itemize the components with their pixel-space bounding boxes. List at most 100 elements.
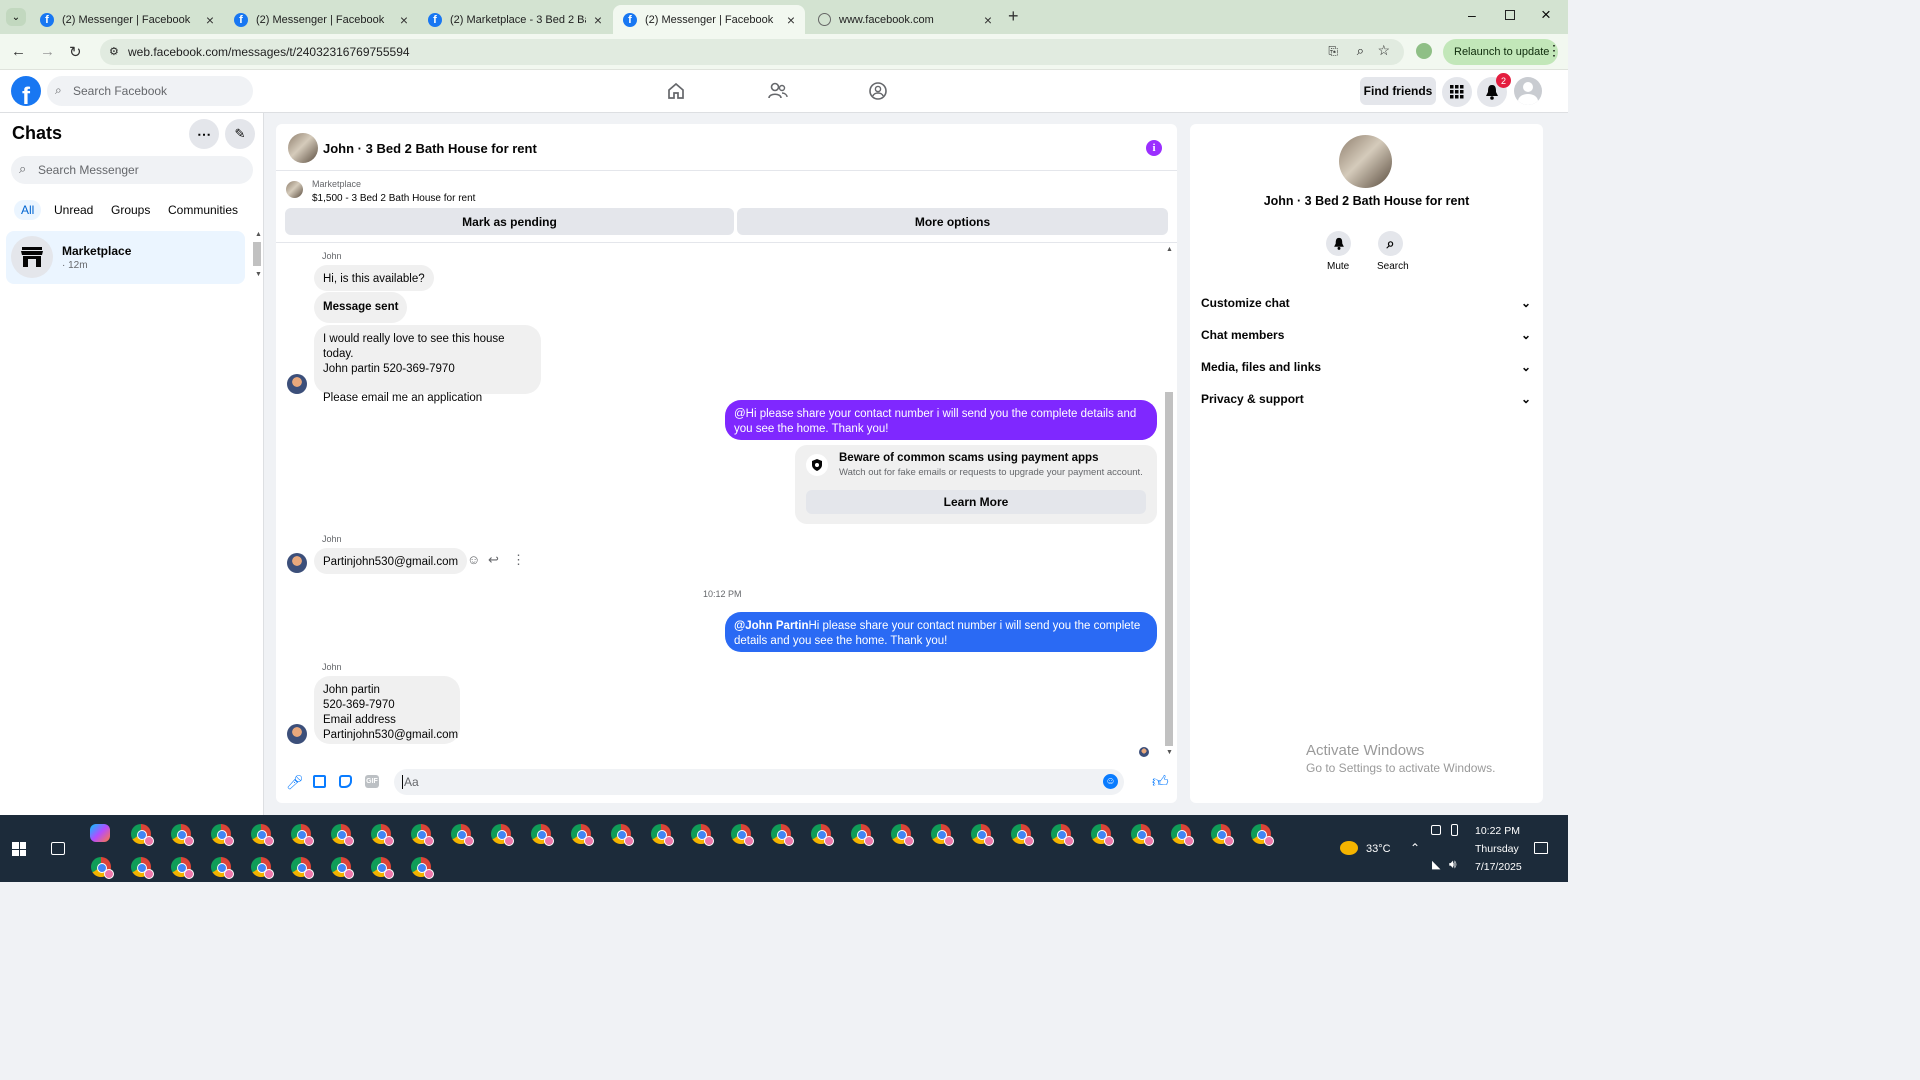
wifi-icon[interactable]: ◣: [1432, 858, 1440, 871]
chrome-taskbar-icon[interactable]: [91, 857, 114, 879]
window-close-button[interactable]: ×: [1541, 5, 1551, 25]
chrome-taskbar-icon[interactable]: [131, 857, 154, 879]
chrome-taskbar-icon[interactable]: [971, 824, 994, 846]
emoji-icon[interactable]: ☺: [1103, 774, 1118, 789]
search-in-chat-button[interactable]: ⌕: [1378, 231, 1403, 256]
friends-icon[interactable]: [767, 81, 789, 101]
chrome-taskbar-icon[interactable]: [931, 824, 954, 846]
url-input[interactable]: ⚙ web.facebook.com/messages/t/2403231676…: [100, 39, 1404, 65]
browser-tab-5[interactable]: www.facebook.com ×: [808, 5, 1002, 34]
chrome-taskbar-icon[interactable]: [1171, 824, 1194, 846]
clock-day[interactable]: Thursday: [1475, 843, 1519, 855]
chrome-taskbar-icon[interactable]: [851, 824, 874, 846]
filter-communities[interactable]: Communities: [168, 203, 238, 217]
message-bubble[interactable]: Partinjohn530@gmail.com: [314, 548, 468, 574]
zoom-icon[interactable]: ⌕: [1357, 43, 1364, 59]
chrome-taskbar-icon[interactable]: [771, 824, 794, 846]
new-message-button[interactable]: ✎: [225, 119, 255, 149]
microphone-icon[interactable]: 🎤︎: [286, 774, 304, 791]
profile-icon[interactable]: [1416, 43, 1432, 59]
listing-thumbnail[interactable]: [286, 181, 303, 198]
menu-grid-button[interactable]: [1442, 77, 1472, 107]
section-media-files-links[interactable]: Media, files and links ⌄: [1201, 360, 1531, 374]
chrome-taskbar-icon[interactable]: [411, 824, 434, 846]
install-icon[interactable]: ⎘: [1328, 44, 1338, 59]
chrome-taskbar-icon[interactable]: [171, 824, 194, 846]
clock-date[interactable]: 7/17/2025: [1475, 861, 1522, 873]
chrome-taskbar-icon[interactable]: [451, 824, 474, 846]
find-friends-button[interactable]: Find friends: [1360, 77, 1436, 105]
outgoing-message-bubble[interactable]: @John PartinHi please share your contact…: [725, 612, 1157, 652]
chrome-taskbar-icon[interactable]: [171, 857, 194, 879]
chrome-taskbar-icon[interactable]: [1211, 824, 1234, 846]
weather-icon[interactable]: [1340, 841, 1358, 855]
facebook-logo[interactable]: f: [11, 76, 41, 106]
facebook-search-input[interactable]: ⌕ Search Facebook: [47, 76, 253, 106]
chrome-taskbar-icon[interactable]: [811, 824, 834, 846]
listing-text[interactable]: $1,500 - 3 Bed 2 Bath House for rent: [312, 193, 475, 204]
restore-button[interactable]: [1505, 10, 1515, 20]
chrome-taskbar-icon[interactable]: [651, 824, 674, 846]
mark-as-pending-button[interactable]: Mark as pending: [285, 208, 734, 235]
temperature[interactable]: 33°C: [1366, 843, 1391, 855]
browser-tab-3[interactable]: f (2) Marketplace - 3 Bed 2 Bath ×: [418, 5, 612, 34]
chrome-taskbar-icon[interactable]: [211, 857, 234, 879]
copilot-icon[interactable]: [90, 824, 110, 842]
learn-more-button[interactable]: Learn More: [806, 490, 1146, 514]
sender-avatar[interactable]: [287, 374, 307, 394]
chrome-taskbar-icon[interactable]: [1251, 824, 1274, 846]
message-input[interactable]: Aa ☺: [394, 769, 1124, 795]
chrome-taskbar-icon[interactable]: [611, 824, 634, 846]
chrome-taskbar-icon[interactable]: [531, 824, 554, 846]
site-info-icon[interactable]: ⚙: [109, 45, 119, 58]
browser-tab-2[interactable]: f (2) Messenger | Facebook ×: [224, 5, 418, 34]
section-customize-chat[interactable]: Customize chat ⌄: [1201, 296, 1531, 310]
sticker-icon[interactable]: [339, 775, 352, 788]
usb-icon[interactable]: [1451, 824, 1458, 836]
close-icon[interactable]: ×: [984, 12, 992, 28]
mention[interactable]: @John Partin: [734, 620, 808, 632]
left-scrollbar[interactable]: ▲ ▼: [252, 231, 262, 281]
minimize-button[interactable]: –: [1468, 7, 1476, 23]
filter-groups[interactable]: Groups: [111, 203, 150, 217]
close-icon[interactable]: ×: [400, 12, 408, 28]
windows-start-icon[interactable]: [12, 842, 26, 856]
tab-search-dropdown[interactable]: ⌄: [6, 8, 26, 26]
bookmark-star-icon[interactable]: ☆: [1377, 42, 1390, 59]
notification-center-icon[interactable]: [1534, 842, 1548, 854]
task-view-icon[interactable]: [51, 842, 65, 855]
chrome-taskbar-icon[interactable]: [1051, 824, 1074, 846]
more-actions-icon[interactable]: ⋮: [512, 552, 525, 568]
home-icon[interactable]: [666, 81, 686, 101]
reload-button[interactable]: ↻: [69, 43, 82, 61]
more-options-button[interactable]: More options: [737, 208, 1168, 235]
chats-options-button[interactable]: ⋯: [189, 119, 219, 149]
conversation-item-marketplace[interactable]: Marketplace · 12m: [6, 231, 245, 284]
chrome-taskbar-icon[interactable]: [131, 824, 154, 846]
filter-unread[interactable]: Unread: [54, 203, 93, 217]
chrome-taskbar-icon[interactable]: [251, 824, 274, 846]
account-avatar[interactable]: [1514, 77, 1542, 105]
chrome-taskbar-icon[interactable]: [331, 824, 354, 846]
message-bubble[interactable]: Message sent: [314, 292, 408, 323]
chrome-taskbar-icon[interactable]: [571, 824, 594, 846]
message-bubble[interactable]: Hi, is this available?: [314, 265, 434, 291]
gif-icon[interactable]: GIF: [365, 775, 379, 788]
sender-avatar[interactable]: [287, 553, 307, 573]
chrome-taskbar-icon[interactable]: [491, 824, 514, 846]
info-avatar[interactable]: [1339, 135, 1392, 188]
browser-tab-1[interactable]: f (2) Messenger | Facebook ×: [30, 5, 224, 34]
outgoing-message-bubble[interactable]: @Hi please share your contact number i w…: [725, 400, 1157, 440]
chevron-up-icon[interactable]: ⌃: [1410, 841, 1420, 855]
chrome-taskbar-icon[interactable]: [731, 824, 754, 846]
filter-all[interactable]: All: [14, 200, 42, 220]
chat-title[interactable]: John · 3 Bed 2 Bath House for rent: [323, 141, 537, 156]
chat-scrollbar[interactable]: ▲ ▼: [1164, 246, 1174, 760]
back-button[interactable]: ←: [11, 43, 26, 60]
chrome-taskbar-icon[interactable]: [371, 857, 394, 879]
chrome-taskbar-icon[interactable]: [251, 857, 274, 879]
meet-now-icon[interactable]: [1431, 825, 1441, 835]
chrome-taskbar-icon[interactable]: [1011, 824, 1034, 846]
mute-button[interactable]: [1326, 231, 1351, 256]
new-tab-button[interactable]: +: [1008, 6, 1019, 27]
